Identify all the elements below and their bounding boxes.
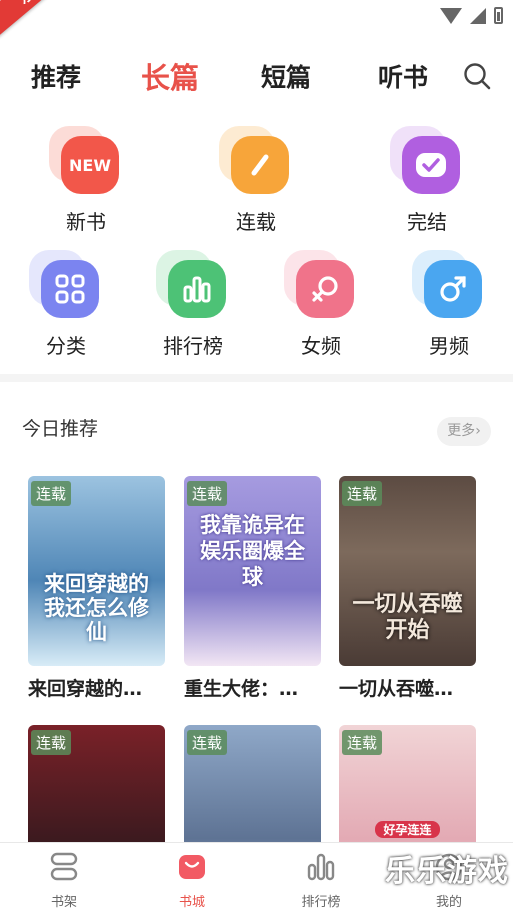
today-section: 今日推荐 更多› 来回穿越的我还怎么修仙 连载 来回穿越的… 我靠诡异在娱乐圈爆… (0, 382, 513, 912)
watermark-corner: 乐乐游戏 (385, 854, 509, 889)
category-label: 新书 (66, 210, 106, 234)
book-cover: 我靠诡异在娱乐圈爆全球 连载 (184, 476, 321, 666)
top-nav: 推荐 长篇 短篇 听书 (0, 34, 513, 120)
nav-label: 书架 (50, 895, 77, 910)
nav-label: 书城 (178, 895, 205, 910)
tab-audiobook[interactable]: 听书 (378, 58, 428, 94)
category-classify[interactable]: 分类 (16, 250, 116, 359)
book-title: 重生大佬：… (184, 678, 299, 700)
grid-icon (41, 260, 99, 318)
battery-icon (494, 7, 503, 24)
book-title: 来回穿越的… (28, 678, 143, 700)
category-label: 男频 (429, 334, 469, 358)
nav-label: 我的 (435, 895, 462, 910)
category-label: 连载 (236, 210, 276, 234)
category-new[interactable]: NEW 新书 (36, 126, 136, 235)
category-serial[interactable]: 连载 (206, 126, 306, 235)
book-cover: 一切从吞噬开始 连载 (339, 476, 476, 666)
male-icon (424, 260, 482, 318)
bookshelf-icon (50, 852, 78, 881)
chevron-right-icon: › (475, 423, 481, 439)
female-icon (296, 260, 354, 318)
status-bar (0, 0, 513, 34)
category-grid: NEW 新书 连载 完结 分类 排行榜 女频 男频 (0, 120, 513, 374)
check-icon (402, 136, 460, 194)
nav-ranking[interactable]: 排行榜 (281, 851, 361, 910)
tab-long[interactable]: 长篇 (141, 55, 199, 97)
book-cover: 来回穿越的我还怎么修仙 连载 (28, 476, 165, 666)
category-male[interactable]: 男频 (399, 250, 499, 359)
status-badge: 连载 (187, 730, 228, 755)
nav-store[interactable]: 书城 (152, 851, 232, 910)
status-badge: 连载 (31, 481, 72, 506)
more-button[interactable]: 更多› (437, 417, 491, 446)
status-badge: 连载 (31, 730, 72, 755)
status-badge: 连载 (342, 481, 383, 506)
category-ranking[interactable]: 排行榜 (143, 250, 243, 359)
book-card[interactable]: 来回穿越的我还怎么修仙 连载 来回穿越的… (28, 476, 165, 701)
nav-label: 排行榜 (301, 895, 341, 910)
category-label: 完结 (407, 210, 447, 234)
status-badge: 连载 (342, 730, 383, 755)
category-label: 女频 (301, 334, 341, 358)
book-card[interactable]: 我靠诡异在娱乐圈爆全球 连载 重生大佬：… (184, 476, 321, 701)
tab-recommend[interactable]: 推荐 (31, 58, 81, 94)
new-icon: NEW (61, 136, 119, 194)
category-label: 排行榜 (163, 334, 223, 358)
store-icon (179, 855, 205, 879)
section-title: 今日推荐 (22, 418, 99, 440)
search-icon[interactable] (463, 62, 491, 90)
category-label: 分类 (46, 334, 86, 358)
category-finished[interactable]: 完结 (377, 126, 477, 235)
status-icons (440, 7, 503, 24)
nav-bookshelf[interactable]: 书架 (24, 851, 104, 910)
book-title: 一切从吞噬… (339, 678, 454, 700)
signal-icon (470, 7, 486, 24)
wifi-icon (440, 7, 462, 24)
category-female[interactable]: 女频 (271, 250, 371, 359)
tab-short[interactable]: 短篇 (261, 58, 311, 94)
status-badge: 连载 (187, 481, 228, 506)
bar-chart-icon (168, 260, 226, 318)
pencil-icon (231, 136, 289, 194)
ranking-icon (307, 853, 335, 881)
book-card[interactable]: 一切从吞噬开始 连载 一切从吞噬… (339, 476, 476, 701)
